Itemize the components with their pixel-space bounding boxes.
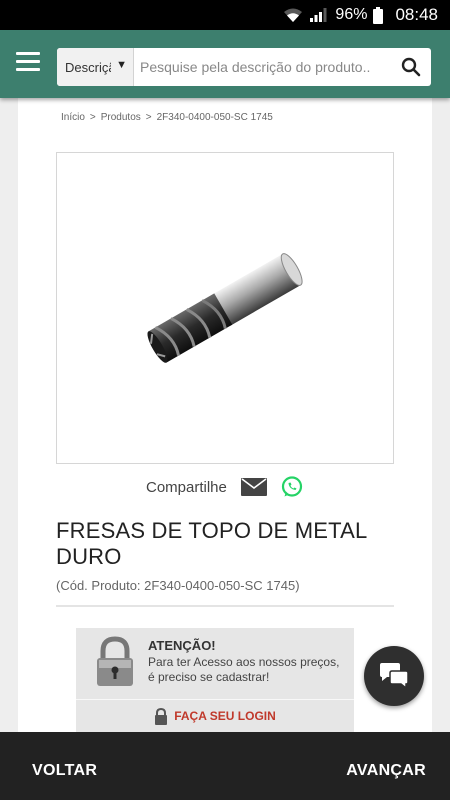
signal-icon (310, 8, 327, 22)
wifi-icon (284, 8, 303, 22)
breadcrumb-separator: > (145, 112, 152, 123)
price-notice: ATENÇÃO! Para ter Acesso aos nossos preç… (76, 628, 354, 700)
padlock-icon (97, 636, 133, 686)
hamburger-menu-icon[interactable] (16, 52, 40, 72)
notice-text: Para ter Acesso aos nossos preços, é pre… (148, 655, 340, 684)
clock: 08:48 (395, 5, 438, 24)
product-page: Início > Produtos >2F340-0400-050-SC 1745 (18, 98, 432, 732)
breadcrumb-item-home[interactable]: Início (61, 112, 85, 123)
login-button[interactable]: FAÇA SEU LOGIN (76, 699, 354, 732)
product-image-frame[interactable] (56, 152, 394, 464)
search-type-select[interactable]: Descrição ▼ (57, 48, 134, 86)
breadcrumb-separator: > (89, 112, 96, 123)
search-type-value: Descrição (65, 59, 111, 75)
login-label: FAÇA SEU LOGIN (174, 709, 276, 723)
status-bar: 96% 08:48 (0, 0, 450, 30)
triangle-down-icon: ▼ (116, 59, 127, 71)
share-row: Compartilhe (146, 476, 303, 498)
search-icon (401, 57, 421, 77)
search-bar: Descrição ▼ (57, 48, 431, 86)
product-title: FRESAS DE TOPO DE METAL DURO (56, 518, 367, 569)
forward-button[interactable]: AVANÇAR (346, 762, 426, 780)
notice-title: ATENÇÃO! (148, 638, 216, 653)
back-button[interactable]: VOLTAR (32, 762, 97, 780)
small-lock-icon (155, 707, 168, 725)
breadcrumb-item-products[interactable]: Produtos (101, 112, 141, 123)
end-mill-image (147, 253, 303, 363)
share-label: Compartilhe (146, 478, 227, 496)
whatsapp-icon[interactable] (281, 476, 303, 498)
breadcrumb: Início > Produtos >2F340-0400-050-SC 1745 (61, 112, 273, 123)
chat-bubbles-icon (380, 663, 409, 690)
search-input[interactable] (134, 48, 391, 86)
search-button[interactable] (391, 48, 431, 86)
product-code: (Cód. Produto: 2F340-0400-050-SC 1745) (56, 578, 300, 593)
divider (56, 605, 394, 607)
breadcrumb-item-current: 2F340-0400-050-SC 1745 (156, 112, 273, 123)
battery-icon (373, 6, 384, 24)
battery-percent: 96% (335, 6, 368, 23)
app-header: Descrição ▼ (0, 30, 450, 98)
chat-button[interactable] (364, 646, 424, 706)
bottom-navigation: VOLTAR AVANÇAR (0, 732, 450, 800)
mail-icon[interactable] (240, 478, 267, 496)
